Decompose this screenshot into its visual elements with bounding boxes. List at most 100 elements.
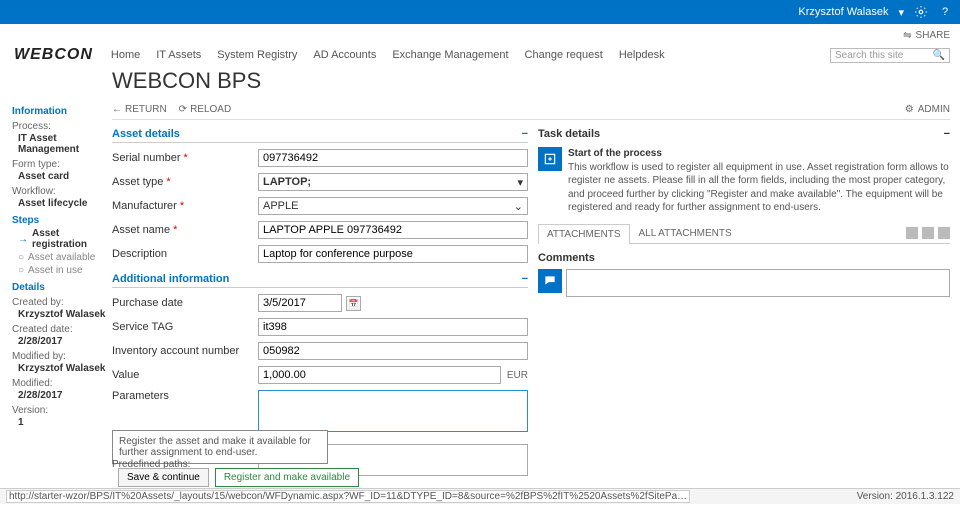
- scan-icon[interactable]: [938, 227, 950, 239]
- chevron-down-icon[interactable]: ▾: [898, 6, 904, 19]
- circle-icon: ○: [18, 252, 24, 263]
- step-asset-available[interactable]: ○Asset available: [18, 252, 106, 263]
- process-value: IT Asset Management: [18, 133, 106, 155]
- value-unit: EUR: [507, 370, 528, 381]
- top-nav: Home IT Assets System Registry AD Accoun…: [111, 49, 665, 61]
- username[interactable]: Krzysztof Walasek: [798, 6, 888, 18]
- nav-system-registry[interactable]: System Registry: [217, 49, 297, 61]
- sidebar-details: Details: [12, 282, 106, 293]
- serial-label: Serial number *: [112, 152, 252, 164]
- status-version: Version: 2016.1.3.122: [857, 491, 954, 502]
- suite-bar: Krzysztof Walasek ▾ ?: [0, 0, 960, 24]
- gear-icon[interactable]: ⚙: [905, 104, 914, 115]
- modified-label: Modified:: [12, 378, 106, 389]
- register-available-button[interactable]: Register and make available: [215, 468, 359, 487]
- save-continue-button[interactable]: Save & continue: [118, 468, 209, 487]
- asset-type-label: Asset type *: [112, 176, 252, 188]
- details-column: Task details − Start of the process This…: [538, 120, 950, 518]
- attachment-tabs: ATTACHMENTS ALL ATTACHMENTS: [538, 223, 950, 244]
- nav-change[interactable]: Change request: [525, 49, 603, 61]
- gear-icon[interactable]: [914, 5, 928, 19]
- nav-it-assets[interactable]: IT Assets: [156, 49, 201, 61]
- workflow-label: Workflow:: [12, 186, 106, 197]
- manufacturer-label: Manufacturer *: [112, 200, 252, 212]
- share-icon[interactable]: ⇋: [903, 30, 911, 41]
- copy-icon[interactable]: [906, 227, 918, 239]
- circle-icon: ○: [18, 265, 24, 276]
- task-details-header: Task details −: [538, 128, 950, 143]
- version-label: Version:: [12, 405, 106, 416]
- task-name: Start of the process: [568, 148, 662, 159]
- action-buttons: Save & continue Register and make availa…: [118, 468, 359, 487]
- chevron-down-icon: ▾: [517, 176, 523, 189]
- serial-input[interactable]: [258, 149, 528, 167]
- back-icon: ←: [112, 104, 122, 115]
- additional-info-header: Additional information −: [112, 273, 528, 288]
- status-url: http://starter-wzor/BPS/IT%20Assets/_lay…: [6, 490, 690, 503]
- tab-attachments[interactable]: ATTACHMENTS: [538, 224, 630, 244]
- comment-icon: [538, 269, 562, 293]
- collapse-icon[interactable]: −: [944, 128, 950, 140]
- help-icon[interactable]: ?: [938, 5, 952, 19]
- reload-icon: ⟳: [179, 104, 187, 115]
- nav-exchange[interactable]: Exchange Management: [392, 49, 508, 61]
- collapse-icon[interactable]: −: [522, 128, 528, 140]
- asset-type-dropdown[interactable]: LAPTOP;▾: [258, 173, 528, 191]
- return-button[interactable]: ←RETURN: [112, 104, 167, 115]
- collapse-icon[interactable]: −: [522, 273, 528, 285]
- asset-details-header: Asset details −: [112, 128, 528, 143]
- value-input[interactable]: [258, 366, 501, 384]
- chevron-down-icon: ⌄: [514, 200, 523, 213]
- step-asset-in-use[interactable]: ○Asset in use: [18, 265, 106, 276]
- process-label: Process:: [12, 121, 106, 132]
- task-box: Start of the process This workflow is us…: [538, 147, 950, 215]
- workflow-value: Asset lifecycle: [18, 198, 106, 209]
- admin-button[interactable]: ADMIN: [918, 104, 950, 115]
- header: WEBCON Home IT Assets System Registry AD…: [0, 46, 960, 68]
- tab-all-attachments[interactable]: ALL ATTACHMENTS: [630, 223, 741, 243]
- task-description: This workflow is used to register all eq…: [568, 162, 949, 214]
- service-tag-label: Service TAG: [112, 321, 252, 333]
- createddate-label: Created date:: [12, 324, 106, 335]
- sidebar-steps: Steps: [12, 215, 106, 226]
- comments-header: Comments: [538, 252, 950, 265]
- asset-name-input[interactable]: [258, 221, 528, 239]
- calendar-icon[interactable]: 📅: [346, 296, 361, 311]
- nav-ad-accounts[interactable]: AD Accounts: [313, 49, 376, 61]
- search-input[interactable]: Search this site 🔍: [830, 48, 950, 63]
- page-title-row: WEBCON BPS: [0, 68, 960, 100]
- service-tag-input[interactable]: [258, 318, 528, 336]
- comment-input[interactable]: [566, 269, 950, 297]
- createdby-value: Krzysztof Walasek: [18, 309, 106, 320]
- inventory-input[interactable]: [258, 342, 528, 360]
- modified-value: 2/28/2017: [18, 390, 106, 401]
- inventory-label: Inventory account number: [112, 345, 252, 357]
- value-label: Value: [112, 369, 252, 381]
- step-asset-registration[interactable]: →Asset registration: [18, 228, 106, 250]
- modifiedby-value: Krzysztof Walasek: [18, 363, 106, 374]
- search-icon[interactable]: 🔍: [933, 50, 945, 61]
- nav-helpdesk[interactable]: Helpdesk: [619, 49, 665, 61]
- manufacturer-dropdown[interactable]: APPLE⌄: [258, 197, 528, 215]
- purchase-date-input[interactable]: [258, 294, 342, 312]
- new-icon[interactable]: [922, 227, 934, 239]
- createdby-label: Created by:: [12, 297, 106, 308]
- parameters-textarea[interactable]: [258, 390, 528, 432]
- parameters-label: Parameters: [112, 390, 252, 402]
- nav-home[interactable]: Home: [111, 49, 140, 61]
- description-label: Description: [112, 248, 252, 260]
- task-icon: [538, 147, 562, 171]
- logo: WEBCON: [14, 46, 93, 64]
- share-label[interactable]: SHARE: [916, 30, 950, 41]
- formtype-label: Form type:: [12, 159, 106, 170]
- asset-name-label: Asset name *: [112, 224, 252, 236]
- formtype-value: Asset card: [18, 171, 106, 182]
- reload-button[interactable]: ⟳RELOAD: [179, 104, 232, 115]
- page-title: WEBCON BPS: [112, 68, 950, 94]
- status-bar: http://starter-wzor/BPS/IT%20Assets/_lay…: [0, 488, 960, 504]
- arrow-icon: →: [18, 234, 28, 245]
- description-input[interactable]: [258, 245, 528, 263]
- toolbar: ←RETURN ⟳RELOAD ⚙ ADMIN: [112, 100, 950, 120]
- ribbon-row: ⇋ SHARE: [0, 24, 960, 46]
- sidebar: Information Process: IT Asset Management…: [0, 100, 112, 518]
